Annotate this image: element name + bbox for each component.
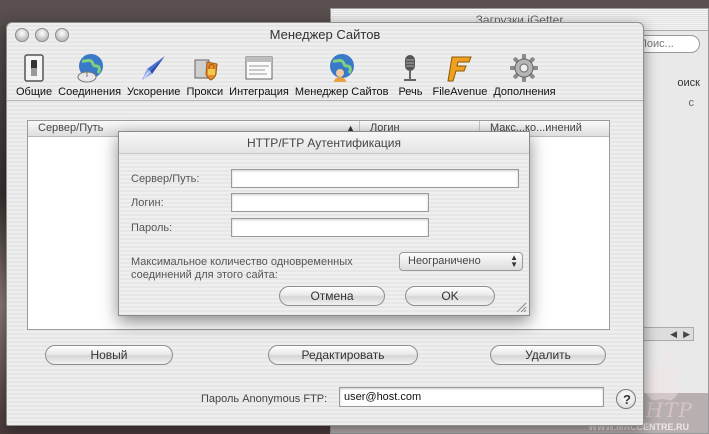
fileavenue-icon: [447, 56, 472, 82]
zoom-button[interactable]: [55, 28, 69, 42]
toolbar-label-fileavenue: FileAvenue: [432, 86, 488, 98]
toolbar-label-extras: Дополнения: [493, 86, 556, 98]
toolbar-item-integration[interactable]: Интеграция: [226, 46, 292, 98]
toolbar-item-site-manager[interactable]: Менеджер Сайтов: [292, 46, 392, 98]
password-field[interactable]: [231, 218, 429, 237]
toolbar-label-proxy: Прокси: [186, 86, 224, 98]
max-connections-popup[interactable]: Неограничено ▲ ▼: [399, 252, 523, 271]
toolbar-item-acceleration[interactable]: Ускорение: [124, 46, 183, 98]
toolbar-item-proxy[interactable]: Прокси: [183, 46, 226, 98]
toolbar-label-site-manager: Менеджер Сайтов: [294, 86, 389, 98]
anonymous-ftp-label: Пароль Anonymous FTP:: [201, 393, 328, 405]
globe-person-icon: [329, 54, 354, 82]
window-title: Менеджер Сайтов: [269, 27, 381, 42]
new-site-button[interactable]: Новый: [45, 345, 173, 365]
cancel-button[interactable]: Отмена: [279, 286, 385, 306]
auth-dialog-title: HTTP/FTP Аутентификация: [119, 132, 529, 154]
toolbar-item-general[interactable]: Общие: [13, 46, 55, 98]
server-path-field[interactable]: [231, 169, 519, 188]
window-titlebar[interactable]: Менеджер Сайтов: [7, 23, 643, 47]
toolbar-item-speech[interactable]: Речь: [391, 46, 429, 98]
resize-grip-icon[interactable]: [515, 301, 527, 313]
password-label: Пароль:: [131, 222, 173, 234]
scroll-right-icon[interactable]: ▶: [683, 328, 690, 340]
close-button[interactable]: [15, 28, 29, 42]
server-path-label: Сервер/Путь:: [131, 173, 200, 185]
toolbar-label-general: Общие: [16, 86, 53, 98]
column-label-server: Сервер/Путь: [38, 122, 104, 134]
rocket-icon: [141, 56, 165, 80]
toolbar-label-connections: Соединения: [58, 86, 122, 98]
popup-arrows-icon: ▲ ▼: [510, 253, 518, 269]
toolbar-label-integration: Интеграция: [229, 86, 289, 98]
anonymous-ftp-password-field[interactable]: [339, 387, 604, 407]
toolbar-item-extras[interactable]: Дополнения: [490, 46, 558, 98]
microphone-icon: [404, 55, 417, 81]
lock-shield-icon: [194, 59, 218, 81]
window-icon: [245, 56, 273, 80]
edit-site-button[interactable]: Редактировать: [268, 345, 418, 365]
toolbar-label-speech: Речь: [398, 86, 423, 98]
scroll-left-icon[interactable]: ◀: [670, 328, 677, 340]
ok-button[interactable]: OK: [405, 286, 495, 306]
switch-icon: [24, 54, 44, 82]
toolbar-item-connections[interactable]: Соединения: [55, 46, 124, 98]
background-column-header: с: [688, 97, 695, 109]
login-field[interactable]: [231, 193, 429, 212]
login-label: Логин:: [131, 197, 164, 209]
background-search-label: оиск: [677, 77, 700, 89]
minimize-button[interactable]: [35, 28, 49, 42]
background-scrollbar[interactable]: ◀ ▶: [638, 327, 694, 341]
gear-icon: [510, 54, 539, 82]
preferences-toolbar: Общие Соединения Ускорение Прокси Интегр…: [7, 47, 643, 101]
delete-site-button[interactable]: Удалить: [490, 345, 606, 365]
toolbar-item-fileavenue[interactable]: FileAvenue: [429, 46, 490, 98]
max-connections-label: Максимальное количество одновременных со…: [131, 256, 353, 281]
auth-dialog: HTTP/FTP Аутентификация Сервер/Путь: Лог…: [118, 131, 530, 316]
max-connections-value: Неограничено: [408, 255, 481, 267]
toolbar-label-acceleration: Ускорение: [127, 86, 181, 98]
help-button[interactable]: ?: [616, 389, 636, 409]
globe-mouse-icon: [77, 54, 103, 83]
window-controls: [15, 28, 69, 42]
